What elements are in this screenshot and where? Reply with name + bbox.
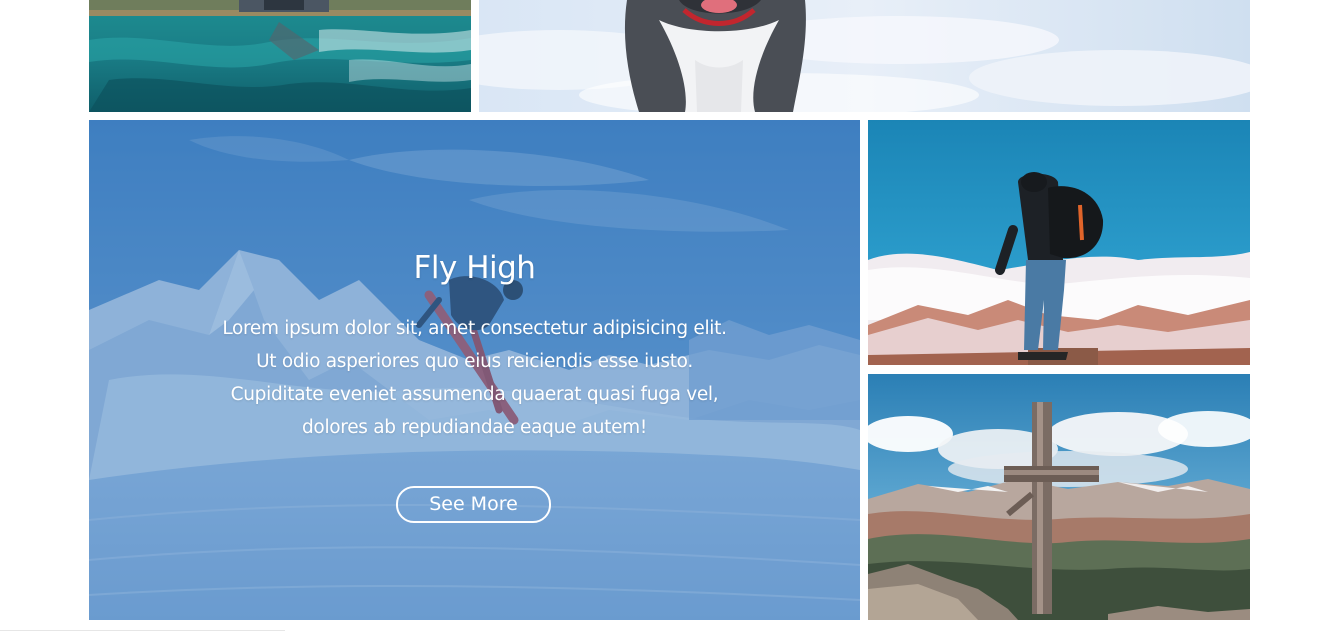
hiker-image xyxy=(868,120,1250,365)
ski-jump-photo: Fly High Lorem ipsum dolor sit, amet con… xyxy=(89,120,860,620)
summit-cross-photo[interactable] xyxy=(868,374,1250,620)
hiker-photo[interactable] xyxy=(868,120,1250,365)
photo-gallery: Fly High Lorem ipsum dolor sit, amet con… xyxy=(0,0,1335,631)
husky-photo[interactable] xyxy=(479,0,1250,112)
husky-image xyxy=(479,0,1250,112)
lake-image xyxy=(89,0,471,112)
see-more-button[interactable]: See More xyxy=(396,486,551,523)
feature-title: Fly High xyxy=(413,250,536,286)
feature-overlay: Fly High Lorem ipsum dolor sit, amet con… xyxy=(89,120,860,620)
summit-cross-image xyxy=(868,374,1250,620)
lake-photo[interactable] xyxy=(89,0,471,112)
feature-description: Lorem ipsum dolor sit, amet consectetur … xyxy=(222,318,727,438)
